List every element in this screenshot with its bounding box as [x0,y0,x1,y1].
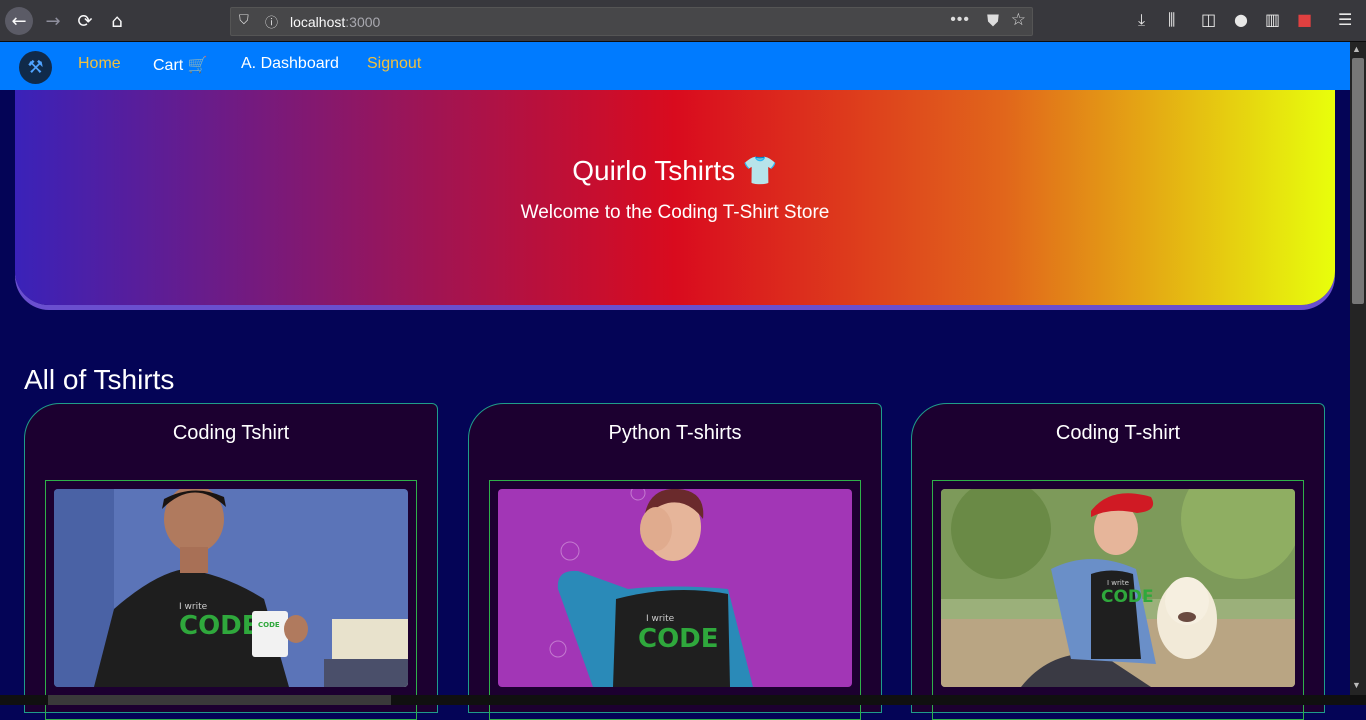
reload-icon[interactable]: ⟳ [71,7,99,35]
product-image: I write CODE [498,489,852,687]
product-card: Coding T-shirt I write CODE [911,403,1325,720]
scroll-up-icon[interactable]: ▲ [1352,44,1361,54]
product-title: Coding T-shirt [1055,422,1181,444]
hero-title: Quirlo Tshirts 👕 [572,155,778,186]
nav-admin-dashboard[interactable]: A. Dashboard [241,55,339,73]
nav-home[interactable]: Home [78,55,121,73]
nav-signout[interactable]: Signout [367,55,421,73]
taskbar-search[interactable] [48,695,391,705]
svg-text:CODE: CODE [638,624,719,654]
os-taskbar [0,695,1366,705]
addon-icon[interactable]: ■ [1297,10,1312,29]
account-icon[interactable]: ● [1234,10,1248,29]
product-title: Coding Tshirt [172,422,290,444]
scrollbar-thumb[interactable] [1352,58,1364,304]
logo-icon[interactable]: ⚒ [19,51,52,84]
extension-icon[interactable]: ▥ [1265,10,1280,29]
svg-text:CODE: CODE [1101,587,1154,607]
download-icon[interactable]: ⤓ [1138,10,1145,30]
svg-text:I write: I write [1107,579,1129,587]
menu-icon[interactable]: ☰ [1338,10,1352,29]
nav-cart[interactable]: Cart 🛒 [153,55,208,75]
svg-text:CODE: CODE [179,611,260,641]
section-title: All of Tshirts [24,364,175,395]
browser-toolbar: ← → ⟳ ⌂ ⛉ ⓘ localhost:3000 ••• ⛊ ☆ ⤓ ⫼ ◫… [0,0,1366,42]
shield-icon[interactable]: ⛉ [239,13,249,28]
page-actions-icon[interactable]: ••• [950,11,970,29]
product-image: I write CODE CODE [54,489,408,687]
forward-arrow-icon[interactable]: → [39,7,67,35]
back-arrow-icon[interactable]: ← [5,7,33,35]
info-icon[interactable]: ⓘ [265,12,278,31]
product-image-frame: I write CODE CODE [45,480,417,720]
app-navbar: ⚒ Home Cart 🛒 A. Dashboard Signout [0,42,1350,90]
home-icon[interactable]: ⌂ [103,7,131,35]
product-title: Python T-shirts [608,422,742,444]
url-text[interactable]: localhost:3000 [290,14,380,30]
bookmark-star-icon[interactable]: ☆ [1011,10,1026,30]
product-card: Python T-shirts I write CODE [468,403,882,720]
library-icon[interactable]: ⫼ [1168,10,1175,30]
product-image-frame: I write CODE [932,480,1304,720]
hero-subtitle: Welcome to the Coding T-Shirt Store [520,202,830,223]
product-card: Coding Tshirt I write CODE CODE [24,403,438,720]
pocket-icon[interactable]: ⛊ [987,11,999,31]
svg-text:CODE: CODE [258,621,280,629]
product-image: I write CODE [941,489,1295,687]
url-bar[interactable]: ⛉ ⓘ localhost:3000 ••• ⛊ ☆ [230,7,1033,36]
hero-banner: Quirlo Tshirts 👕 Welcome to the Coding T… [15,90,1335,305]
svg-text:I write: I write [646,614,675,624]
scroll-down-icon[interactable]: ▼ [1352,680,1361,690]
product-image-frame: I write CODE [489,480,861,720]
sidebar-icon[interactable]: ◫ [1201,10,1216,29]
